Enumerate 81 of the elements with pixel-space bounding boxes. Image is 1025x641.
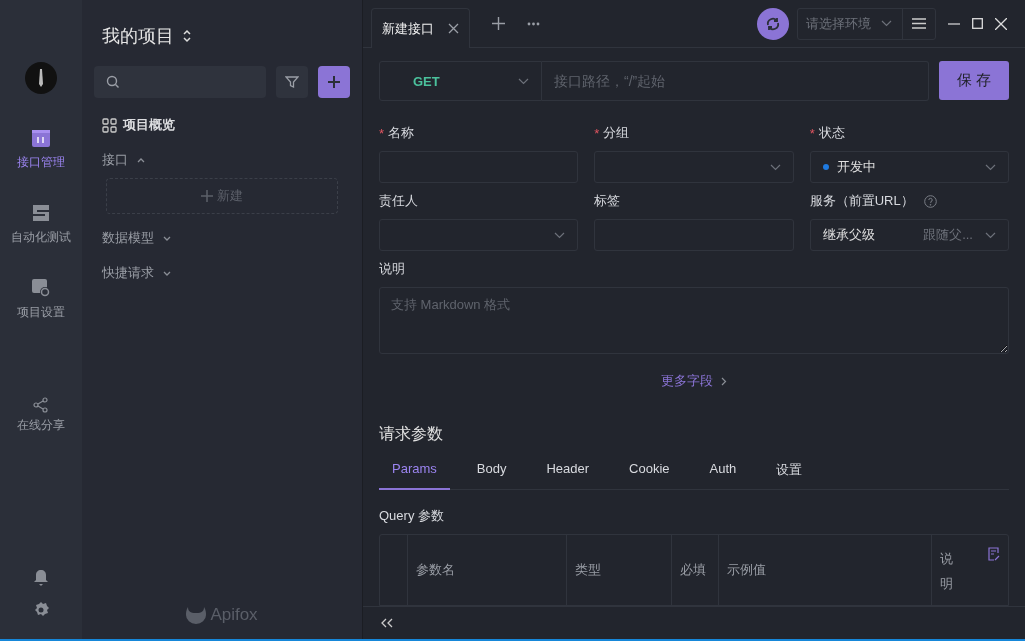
method-select[interactable]: GET (379, 61, 542, 101)
avatar-icon[interactable] (25, 62, 57, 94)
edit-icon[interactable] (988, 547, 1000, 561)
logo-icon (186, 606, 207, 624)
params-tab[interactable]: Header (533, 455, 603, 490)
menu-icon (912, 18, 926, 29)
tree-group[interactable]: 数据模型 (94, 227, 172, 249)
plus-icon (201, 190, 213, 202)
nav-label: 接口管理 (17, 154, 65, 171)
field-label: 说明 (379, 259, 405, 278)
chevron-icon (162, 269, 172, 277)
chevron-icon (881, 20, 892, 27)
search-icon (106, 75, 120, 89)
required-mark: * (809, 125, 815, 141)
chevron-icon (518, 77, 529, 85)
column-header: 示例值 (727, 561, 766, 579)
nav-item[interactable]: 自动化测试 (11, 203, 71, 246)
nav-label: 项目设置 (17, 304, 65, 321)
params-tab[interactable]: Cookie (616, 455, 683, 490)
field-label: 服务（前置URL） (809, 192, 914, 210)
chevron-icon (554, 231, 566, 239)
field-label: 分组 (603, 124, 630, 142)
tree-group[interactable]: 快捷请求 (94, 262, 172, 284)
filter-button[interactable] (276, 66, 308, 98)
project-title[interactable]: 我的项目 (94, 24, 192, 48)
chevron-icon (769, 163, 781, 171)
params-tab[interactable]: Auth (696, 455, 750, 490)
chevron-icon (162, 234, 172, 242)
bell-icon[interactable] (33, 569, 49, 587)
select-field[interactable] (594, 151, 794, 183)
column-header: 参数名 (416, 561, 455, 579)
plus-icon (327, 75, 341, 89)
search-field[interactable] (94, 66, 266, 98)
status-select[interactable]: 开发中 (809, 151, 1009, 183)
more-fields-link[interactable]: 更多字段 (661, 372, 727, 390)
share-nav-item[interactable]: 在线分享 (17, 397, 65, 434)
sync-button[interactable] (757, 7, 789, 40)
params-tab[interactable]: Body (463, 455, 520, 490)
more-icon[interactable] (527, 21, 540, 26)
nav-label: 自动化测试 (11, 229, 71, 246)
save-button[interactable]: 保 存 (939, 61, 1009, 100)
add-tab-icon[interactable] (492, 17, 505, 30)
tree-group[interactable]: 接口 (94, 149, 146, 171)
chevron-icon (721, 376, 727, 386)
sort-icon (182, 28, 192, 44)
field-label: 名称 (388, 124, 415, 142)
help-icon[interactable] (923, 194, 937, 208)
editor-tab[interactable]: 新建接口 (371, 8, 470, 48)
required-mark: * (594, 125, 600, 141)
column-header: 必填 (680, 561, 706, 579)
description-field[interactable]: 支持 Markdown 格式 (379, 286, 1009, 354)
close-icon[interactable] (448, 23, 459, 34)
refresh-icon (765, 15, 781, 32)
params-tab[interactable]: 设置 (763, 455, 816, 490)
required-mark: * (379, 125, 385, 141)
params-tab[interactable]: Params (379, 455, 450, 490)
field-label: 标签 (594, 192, 621, 210)
add-button[interactable] (318, 66, 350, 98)
calendar-icon (31, 128, 51, 148)
chevron-icon (136, 156, 146, 164)
field-label: 责任人 (379, 192, 418, 210)
select-field[interactable] (379, 219, 579, 251)
column-header: 类型 (575, 561, 601, 579)
service-select[interactable]: 继承父级 跟随父... (809, 219, 1009, 251)
tree-item[interactable]: 项目概览 (94, 114, 175, 136)
column-header: 说明 (940, 550, 953, 593)
query-title: Query 参数 (379, 507, 445, 525)
section-title: 请求参数 (379, 424, 444, 444)
filter-icon (285, 75, 299, 89)
nav-label: 在线分享 (17, 417, 65, 434)
settings-icon (31, 278, 51, 298)
collapse-icon[interactable] (381, 618, 393, 628)
maximize-icon[interactable] (972, 18, 983, 29)
grid-icon (102, 117, 117, 133)
nav-item[interactable]: 项目设置 (17, 278, 65, 321)
steps-icon (31, 203, 51, 223)
chevron-icon (985, 231, 996, 239)
chevron-icon (984, 163, 996, 171)
field-label: 状态 (818, 124, 845, 142)
share-icon (33, 397, 49, 413)
nav-item[interactable]: 接口管理 (17, 128, 65, 171)
